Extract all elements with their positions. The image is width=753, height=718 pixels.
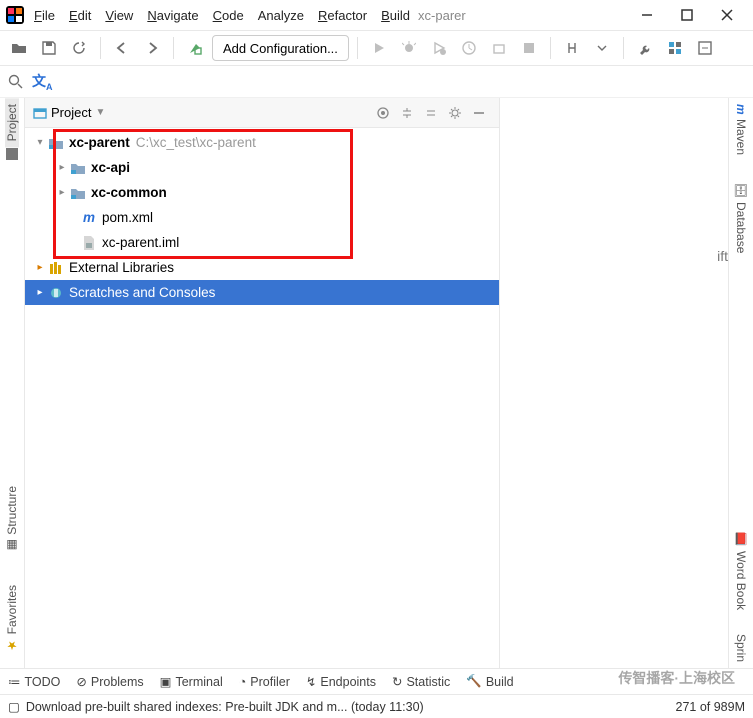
collapse-all[interactable] [419,101,443,125]
status-memory[interactable]: 271 of 989M [676,700,746,714]
menu-edit[interactable]: Edit [69,8,91,23]
save-button[interactable] [36,35,62,61]
run-config-dropdown[interactable]: Add Configuration... [212,35,349,61]
tab-spring[interactable]: Sprin [734,628,748,668]
project-view-icon [33,106,47,120]
menu-code[interactable]: Code [213,8,244,23]
library-icon [47,259,65,277]
settings-wrench-icon[interactable] [632,35,658,61]
menu-navigate[interactable]: Navigate [147,8,198,23]
tree-scratches[interactable]: ▸ Scratches and Consoles [25,280,499,305]
tab-statistic[interactable]: ↻Statistic [392,674,450,689]
main-toolbar: Add Configuration... [0,30,753,66]
sync-button[interactable] [66,35,92,61]
project-panel: Project ▼ ▾ xc-parent C:\xc_test\xc-pare… [25,98,500,668]
menu-build[interactable]: Build [381,8,410,23]
tab-terminal[interactable]: ▣Terminal [160,674,223,689]
stop-button[interactable] [516,35,542,61]
tree-file-pom[interactable]: m pom.xml [25,205,499,230]
statistic-icon: ↻ [392,674,402,689]
maven-icon: m [80,209,98,227]
list-icon: ≔ [8,674,21,689]
tree-root[interactable]: ▾ xc-parent C:\xc_test\xc-parent [25,130,499,155]
status-bar: ▢ Download pre-built shared indexes: Pre… [0,694,753,718]
main-menu: File Edit View Navigate Code Analyze Ref… [34,8,410,23]
menu-file[interactable]: File [34,8,55,23]
attach-button[interactable] [486,35,512,61]
build-button[interactable] [182,35,208,61]
tab-profiler[interactable]: ◔Profiler [239,675,290,689]
minimize-button[interactable] [627,0,667,30]
tree-external-libs[interactable]: ▸ External Libraries [25,255,499,280]
editor-hint: ift [717,248,728,264]
scratches-icon [47,284,65,302]
translate-icon[interactable]: 文A [32,71,53,92]
project-structure-icon[interactable] [662,35,688,61]
warning-icon: ⊘ [76,674,86,689]
hide-panel[interactable] [467,101,491,125]
open-button[interactable] [6,35,32,61]
tab-maven[interactable]: mMaven [734,98,748,161]
editor-area: ift [500,98,728,668]
project-panel-header: Project ▼ [25,98,499,128]
profile-button[interactable] [456,35,482,61]
titlebar: File Edit View Navigate Code Analyze Ref… [0,0,753,30]
tab-problems[interactable]: ⊘Problems [76,674,143,689]
run-button[interactable] [366,35,392,61]
tree-file-iml[interactable]: xc-parent.iml [25,230,499,255]
tab-todo[interactable]: ≔TODO [8,674,60,689]
forward-button[interactable] [139,35,165,61]
terminal-icon: ▣ [160,674,172,689]
back-button[interactable] [109,35,135,61]
project-panel-title[interactable]: Project [51,105,91,120]
tab-wordbook[interactable]: 📕Word Book [734,526,748,616]
folder-icon [69,184,87,202]
project-view-dropdown[interactable]: ▼ [95,107,105,118]
search-everywhere-icon[interactable] [692,35,718,61]
project-tree[interactable]: ▾ xc-parent C:\xc_test\xc-parent ▸ xc-ap… [25,128,499,668]
hammer-icon: 🔨 [466,674,482,689]
menu-view[interactable]: View [105,8,133,23]
expand-all[interactable] [395,101,419,125]
folder-icon [47,134,65,152]
app-logo [6,6,24,24]
tab-database[interactable]: 🗄Database [734,177,748,260]
left-tool-strip: Project ▦Structure ★Favorites [0,98,25,668]
bottom-tool-tabs: ≔TODO ⊘Problems ▣Terminal ◔Profiler ↯End… [0,668,753,694]
panel-settings[interactable] [443,101,467,125]
select-opened-file[interactable] [371,101,395,125]
commit-icon[interactable] [5,147,19,161]
menu-analyze[interactable]: Analyze [258,8,304,23]
search-icon[interactable] [8,74,24,90]
statusbar-toggle-icon[interactable]: ▢ [8,699,20,714]
tab-favorites[interactable]: ★Favorites [5,579,19,658]
tab-endpoints[interactable]: ↯Endpoints [306,674,376,689]
profiler-icon: ◔ [239,675,247,689]
tree-module-api[interactable]: ▸ xc-api [25,155,499,180]
maximize-button[interactable] [667,0,707,30]
right-tool-strip: mMaven 🗄Database 📕Word Book Sprin [728,98,753,668]
status-message: Download pre-built shared indexes: Pre-b… [26,700,424,714]
main-area: Project ▦Structure ★Favorites Project ▼ … [0,98,753,668]
close-button[interactable] [707,0,747,30]
debug-button[interactable] [396,35,422,61]
tab-project[interactable]: Project [5,98,19,147]
tab-build[interactable]: 🔨Build [466,674,513,689]
folder-icon [69,159,87,177]
iml-icon [80,234,98,252]
tree-module-common[interactable]: ▸ xc-common [25,180,499,205]
search-row: 文A [0,66,753,98]
menu-refactor[interactable]: Refactor [318,8,367,23]
window-title-project: xc-parer [418,8,466,23]
coverage-button[interactable] [426,35,452,61]
vcs-button[interactable] [559,35,585,61]
endpoints-icon: ↯ [306,674,316,689]
vcs-dropdown[interactable] [589,35,615,61]
tab-structure[interactable]: ▦Structure [5,480,19,559]
